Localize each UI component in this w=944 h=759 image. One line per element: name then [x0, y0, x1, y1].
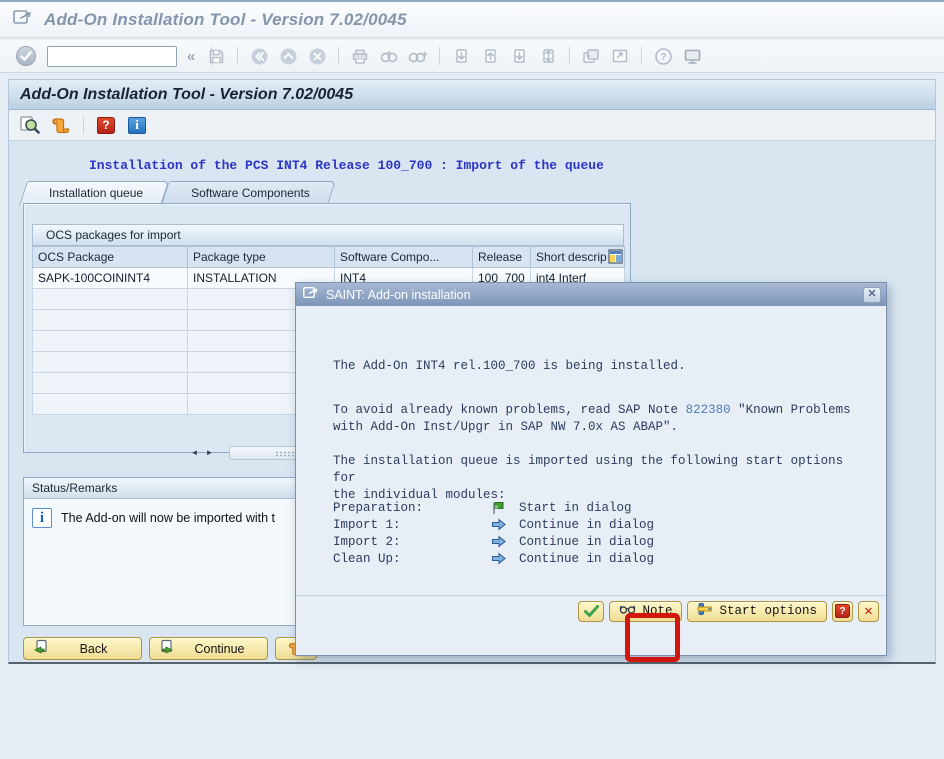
start-option-row: Import 2: Continue in dialog: [333, 533, 654, 550]
column-header-package-type[interactable]: Package type: [188, 247, 335, 268]
window-titlebar: Add-On Installation Tool - Version 7.02/…: [0, 0, 944, 38]
command-field[interactable]: ▼: [47, 46, 177, 67]
toolbar-separator: [237, 47, 238, 65]
sap-gui-window: Add-On Installation Tool - Version 7.02/…: [0, 0, 944, 759]
start-option-row: Clean Up: Continue in dialog: [333, 550, 654, 567]
start-options-list: Preparation: Start in dialog Import 1: C…: [333, 499, 654, 567]
dialog-titlebar[interactable]: SAINT: Add-on installation ✕: [296, 283, 886, 306]
column-header-short-description[interactable]: Short descrip: [531, 247, 625, 268]
note-button[interactable]: Note: [609, 601, 682, 622]
start-option-row: Import 1: Continue in dialog: [333, 516, 654, 533]
tab-installation-queue[interactable]: Installation queue: [23, 181, 165, 204]
toolbar-separator: [83, 116, 84, 134]
tab-software-components[interactable]: Software Components: [165, 181, 332, 204]
glasses-icon: [619, 604, 636, 618]
save-icon[interactable]: [205, 45, 227, 67]
last-page-icon[interactable]: [537, 45, 559, 67]
table-caption: OCS packages for import: [32, 224, 624, 246]
find-next-icon[interactable]: [407, 45, 429, 67]
display-logs-icon[interactable]: [18, 113, 42, 137]
column-header-software-component[interactable]: Software Compo...: [335, 247, 473, 268]
status-info-icon: i: [32, 508, 52, 528]
dialog-line-2: To avoid already known problems, read SA…: [333, 402, 873, 436]
dialog-buttonbar: Note Start options ? ✕: [296, 595, 886, 626]
enter-button[interactable]: [16, 46, 36, 66]
saint-dialog: SAINT: Add-on installation ✕ The Add-On …: [295, 282, 887, 656]
customize-layout-icon[interactable]: [681, 45, 703, 67]
next-page-icon[interactable]: [508, 45, 530, 67]
print-icon[interactable]: [349, 45, 371, 67]
sap-note-link[interactable]: 822380: [686, 403, 731, 417]
dialog-help-button[interactable]: ?: [832, 601, 853, 622]
find-icon[interactable]: [378, 45, 400, 67]
column-header-release[interactable]: Release: [473, 247, 531, 268]
back-button[interactable]: Back: [23, 637, 142, 660]
footer-buttons: Back Continue: [23, 637, 317, 660]
dialog-line-3: The installation queue is imported using…: [333, 453, 873, 504]
application-title: Add-On Installation Tool - Version 7.02/…: [20, 86, 353, 104]
blue-arrow-icon: [491, 518, 519, 531]
continue-button[interactable]: Continue: [149, 637, 268, 660]
window-title: Add-On Installation Tool - Version 7.02/…: [44, 10, 407, 30]
previous-page-icon[interactable]: [479, 45, 501, 67]
toolbar-separator: [338, 47, 339, 65]
application-toolbar: ? i: [9, 110, 935, 141]
phase-instruction-text: Installation of the PCS INT4 Release 100…: [89, 158, 604, 173]
green-flag-icon: [491, 501, 519, 515]
dialog-line-1: The Add-On INT4 rel.100_700 is being ins…: [333, 358, 686, 375]
help-icon[interactable]: ?: [652, 45, 674, 67]
column-header-ocs-package[interactable]: OCS Package: [33, 247, 188, 268]
info-icon[interactable]: i: [125, 113, 149, 137]
back-icon: [33, 639, 49, 658]
application-header: Add-On Installation Tool - Version 7.02/…: [9, 80, 935, 110]
application-help-icon[interactable]: ?: [94, 113, 118, 137]
back-icon[interactable]: [248, 45, 270, 67]
create-shortcut-icon[interactable]: [609, 45, 631, 67]
tools-icon: [697, 602, 713, 620]
confirm-button[interactable]: [578, 601, 604, 622]
scroll-right-icon[interactable]: ►: [202, 445, 217, 460]
cancel-icon[interactable]: [306, 45, 328, 67]
continue-icon: [159, 639, 175, 658]
scroll-left-icon[interactable]: ◄: [187, 445, 202, 460]
new-session-icon[interactable]: [580, 45, 602, 67]
first-page-icon[interactable]: [450, 45, 472, 67]
svg-text:?: ?: [660, 52, 666, 63]
status-message: The Add-on will now be imported with t: [61, 508, 275, 525]
import-logs-scroll-icon[interactable]: [49, 113, 73, 137]
dialog-close-icon[interactable]: ✕: [863, 287, 881, 303]
toolbar-separator: [641, 47, 642, 65]
standard-toolbar: ▼ «: [0, 40, 944, 73]
toolbar-separator: [569, 47, 570, 65]
blue-arrow-icon: [491, 535, 519, 548]
exit-icon[interactable]: [277, 45, 299, 67]
dialog-icon: [303, 286, 319, 304]
tabstrip: Installation queue Software Components: [23, 181, 332, 204]
dialog-title: SAINT: Add-on installation: [326, 288, 856, 302]
start-options-button[interactable]: Start options: [687, 601, 827, 622]
window-icon: [13, 9, 33, 30]
start-option-row: Preparation: Start in dialog: [333, 499, 654, 516]
collapse-toolbar-icon[interactable]: «: [184, 48, 198, 65]
table-header-row: OCS Package Package type Software Compo.…: [33, 247, 625, 268]
blue-arrow-icon: [491, 552, 519, 565]
table-settings-icon[interactable]: [608, 249, 623, 267]
toolbar-separator: [439, 47, 440, 65]
dialog-cancel-button[interactable]: ✕: [858, 601, 879, 622]
dialog-body: The Add-On INT4 rel.100_700 is being ins…: [296, 306, 886, 626]
